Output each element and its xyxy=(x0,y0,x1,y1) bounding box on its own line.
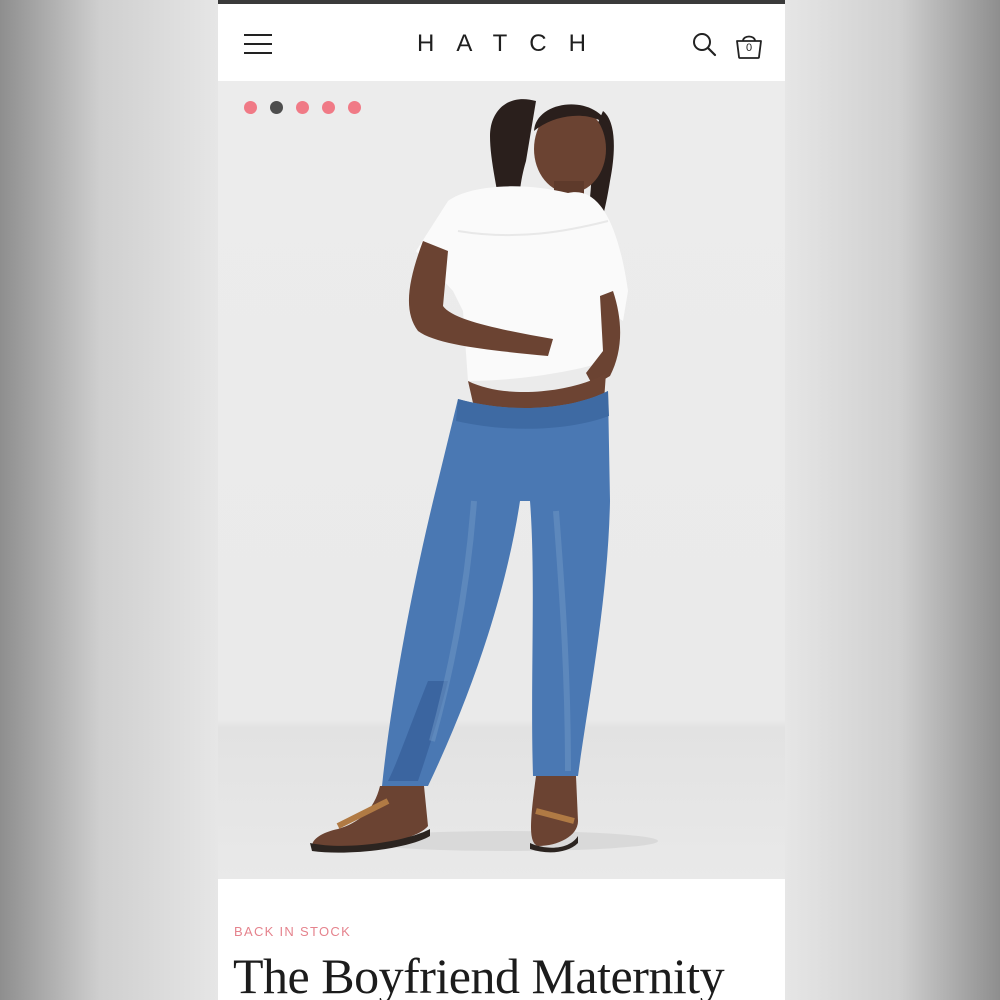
product-image[interactable] xyxy=(218,81,785,879)
search-button[interactable] xyxy=(692,32,718,58)
model-photo xyxy=(310,99,658,853)
carousel-dot-1[interactable] xyxy=(244,101,257,114)
carousel-dot-3[interactable] xyxy=(296,101,309,114)
cart-button[interactable]: 0 xyxy=(734,32,764,60)
stock-badge: BACK IN STOCK xyxy=(234,924,352,939)
product-info: BACK IN STOCK The Boyfriend Maternity xyxy=(218,879,785,1000)
mobile-viewport: HATCH 0 BACK IN STOCK The Boyfriend Mate… xyxy=(218,0,785,1000)
carousel-dot-4[interactable] xyxy=(322,101,335,114)
site-header: HATCH 0 xyxy=(218,4,785,81)
carousel-dot-2[interactable] xyxy=(270,101,283,114)
product-title: The Boyfriend Maternity xyxy=(233,948,725,1000)
carousel-dots xyxy=(244,101,361,114)
cart-count: 0 xyxy=(745,42,753,54)
search-icon xyxy=(693,33,717,57)
carousel-dot-5[interactable] xyxy=(348,101,361,114)
